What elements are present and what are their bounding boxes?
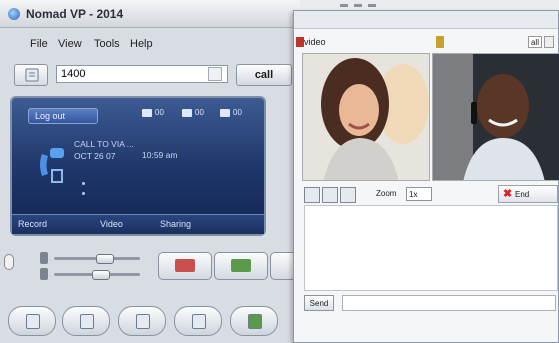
contacts-button[interactable]: [14, 64, 48, 86]
dialpad-button[interactable]: [8, 306, 56, 336]
self-view-button[interactable]: [340, 187, 356, 203]
dial-dropdown-icon[interactable]: [208, 67, 222, 81]
phone-line-icon: [40, 148, 64, 183]
status-dot: [82, 182, 85, 185]
bottom-toolbar: [8, 306, 298, 336]
call-target: CALL TO VIA ...: [74, 139, 134, 149]
video-window-titlebar: [294, 11, 558, 29]
window-title: Nomad VP - 2014: [26, 7, 124, 21]
dial-number-input[interactable]: [56, 65, 228, 83]
menu-view[interactable]: View: [58, 38, 82, 50]
video-flag-icon: [296, 37, 304, 47]
chat-input-row: Send: [298, 295, 558, 313]
call-status-panel: Log out 00 00 00 CALL TO VIA ... OCT 26 …: [10, 96, 266, 236]
camera-toggle-button[interactable]: [304, 187, 320, 203]
logout-button[interactable]: Log out: [28, 108, 98, 124]
snapshot-button[interactable]: [322, 187, 338, 203]
video-title: video: [304, 37, 326, 47]
history-button[interactable]: [62, 306, 110, 336]
user-icon: [436, 36, 444, 48]
end-video-label: End: [515, 190, 530, 199]
tab-sharing[interactable]: Sharing: [160, 219, 191, 229]
panel-tabs: Record Video Sharing: [12, 214, 264, 234]
transfer-button[interactable]: [214, 252, 268, 280]
tab-record[interactable]: Record: [18, 219, 47, 229]
title-bar: Nomad VP - 2014: [0, 0, 300, 28]
app-icon: [8, 8, 20, 20]
call-button[interactable]: call: [236, 64, 292, 86]
contacts-list-button[interactable]: [230, 306, 278, 336]
stat-calls-value: 00: [155, 108, 164, 117]
stat-messages: 00: [182, 108, 204, 117]
mic-volume-handle[interactable]: [92, 270, 110, 280]
stat-calls: 00: [142, 108, 164, 117]
layout-dropdown-icon[interactable]: [544, 36, 554, 48]
send-button[interactable]: Send: [304, 295, 334, 311]
close-icon[interactable]: [368, 4, 376, 7]
chat-message-area[interactable]: [304, 205, 558, 291]
status-dot: [82, 192, 85, 195]
local-video-feed: [432, 53, 559, 181]
video-controls: Zoom 1x ✖ End: [300, 185, 558, 205]
menu-file[interactable]: File: [30, 38, 48, 50]
hold-icon: [175, 259, 195, 272]
collapse-arrow-icon[interactable]: [4, 254, 14, 270]
end-video-button[interactable]: ✖ End: [498, 185, 558, 203]
contacts-icon: [25, 68, 39, 82]
message-stat-icon: [182, 108, 192, 117]
softphone-window: Nomad VP - 2014 File View Tools Help cal…: [0, 0, 302, 343]
call-time: 10:59 am: [142, 150, 178, 160]
chat-input[interactable]: [342, 295, 556, 311]
zoom-label: Zoom: [376, 189, 397, 198]
close-icon: ✖: [503, 188, 513, 200]
settings-button[interactable]: [174, 306, 222, 336]
stat-messages-value: 00: [195, 108, 204, 117]
stat-contacts: 00: [220, 108, 242, 117]
hold-button[interactable]: [158, 252, 212, 280]
upload-button[interactable]: [118, 306, 166, 336]
upload-icon: [136, 314, 150, 329]
menu-help[interactable]: Help: [130, 38, 153, 50]
dialpad-icon: [26, 314, 40, 329]
stat-contacts-value: 00: [233, 108, 242, 117]
zoom-select[interactable]: 1x: [406, 187, 432, 201]
phone-stat-icon: [142, 108, 152, 117]
local-participant-image: [433, 54, 559, 180]
microphone-icon: [40, 268, 48, 280]
speaker-icon: [40, 252, 48, 264]
transfer-icon: [231, 259, 251, 272]
remote-participant-image: [303, 54, 429, 180]
volume-area: [0, 244, 302, 284]
contacts-list-icon: [248, 314, 262, 329]
tab-video[interactable]: Video: [100, 219, 123, 229]
contact-stat-icon: [220, 108, 230, 117]
minimize-icon[interactable]: [340, 4, 348, 7]
speaker-volume-handle[interactable]: [96, 254, 114, 264]
dial-row: call: [0, 60, 300, 90]
settings-icon: [192, 314, 206, 329]
menu-bar: File View Tools Help: [0, 38, 300, 56]
menu-tools[interactable]: Tools: [94, 38, 120, 50]
history-icon: [80, 314, 94, 329]
call-info: CALL TO VIA ... OCT 26 07: [74, 138, 134, 162]
layout-select[interactable]: all: [528, 36, 542, 48]
maximize-icon[interactable]: [354, 4, 362, 7]
remote-video-feed: [302, 53, 430, 181]
call-date: OCT 26 07: [74, 151, 116, 161]
video-window: video all Zoom 1x ✖ End Send: [293, 10, 559, 343]
